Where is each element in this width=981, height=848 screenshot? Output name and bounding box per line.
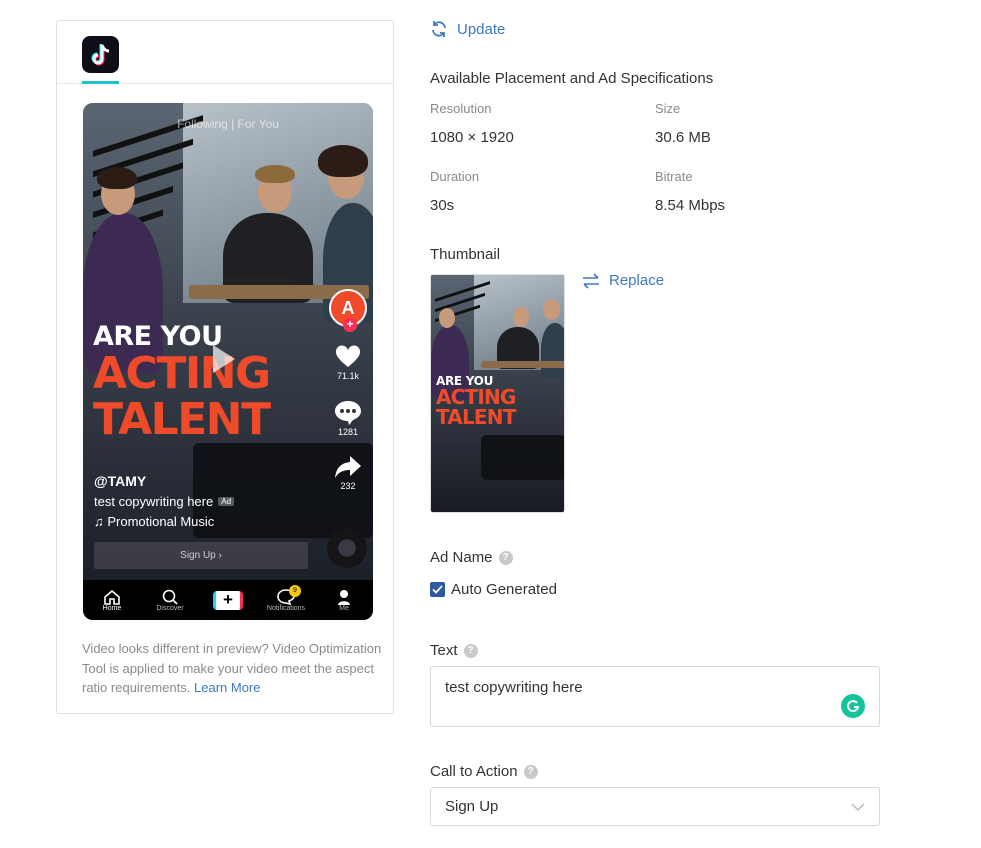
comment-icon bbox=[335, 401, 361, 425]
ad-badge: Ad bbox=[218, 497, 235, 506]
nav-notifications[interactable]: 9 Notifications bbox=[261, 584, 311, 612]
search-icon bbox=[162, 589, 178, 605]
ad-copy-row: test copywriting here Ad bbox=[94, 494, 235, 509]
refresh-icon bbox=[432, 21, 446, 37]
active-tab-indicator bbox=[82, 81, 119, 84]
heart-icon bbox=[335, 345, 361, 367]
swap-icon bbox=[583, 272, 599, 289]
cta-row: Call to Action ? bbox=[430, 763, 538, 780]
learn-more-link[interactable]: Learn More bbox=[194, 680, 260, 695]
thumb-headline-2: ACTING bbox=[436, 385, 516, 409]
music-disc-icon[interactable] bbox=[327, 528, 367, 568]
action-rail: A + 71.1k 1281 232 bbox=[329, 289, 367, 491]
create-plus-icon: + bbox=[213, 590, 243, 610]
headline-line-3: TALENT bbox=[93, 394, 271, 445]
comment-action[interactable]: 1281 bbox=[334, 399, 362, 437]
cta-selected-value: Sign Up bbox=[445, 798, 499, 815]
thumb-headline-3: TALENT bbox=[436, 405, 516, 429]
video-preview[interactable]: Following | For You ARE YOU ACTING TALEN… bbox=[83, 103, 373, 620]
text-row: Text ? bbox=[430, 642, 478, 659]
help-icon[interactable]: ? bbox=[523, 764, 538, 779]
preview-note: Video looks different in preview? Video … bbox=[82, 639, 382, 698]
replace-thumbnail-button[interactable]: Replace bbox=[582, 272, 664, 289]
like-action[interactable]: 71.1k bbox=[335, 345, 361, 381]
nav-home[interactable]: Home bbox=[87, 589, 137, 612]
ad-name-row: Ad Name ? bbox=[430, 549, 513, 566]
grammarly-icon[interactable] bbox=[841, 694, 865, 718]
thumbnail-label: Thumbnail bbox=[430, 246, 501, 263]
auto-generated-label: Auto Generated bbox=[451, 581, 557, 598]
bitrate-label: Bitrate bbox=[655, 169, 693, 184]
nav-me[interactable]: Me bbox=[319, 589, 369, 612]
specs-title: Available Placement and Ad Specification… bbox=[430, 70, 714, 87]
help-icon[interactable]: ? bbox=[498, 550, 513, 565]
thumbnail-image: ARE YOU ACTING TALENT bbox=[430, 274, 565, 513]
resolution-label: Resolution bbox=[430, 101, 492, 116]
nav-notifications-label: Notifications bbox=[266, 604, 306, 612]
help-icon[interactable]: ? bbox=[463, 643, 478, 658]
follow-plus-icon[interactable]: + bbox=[343, 318, 357, 332]
like-count: 71.1k bbox=[336, 371, 360, 381]
bottom-nav: Home Discover + 9 Notifications Me bbox=[83, 580, 373, 620]
ad-text-value: test copywriting here bbox=[445, 679, 583, 696]
home-icon bbox=[104, 589, 120, 605]
bitrate-value: 8.54 Mbps bbox=[655, 197, 726, 214]
duration-value: 30s bbox=[430, 197, 455, 214]
nav-me-label: Me bbox=[339, 604, 349, 612]
cta-button-preview[interactable]: Sign Up › bbox=[94, 542, 308, 569]
text-label: Text bbox=[430, 642, 458, 659]
avatar[interactable]: A + bbox=[329, 289, 367, 332]
video-headline: ARE YOU ACTING TALENT bbox=[93, 321, 271, 445]
tiktok-logo-icon[interactable] bbox=[82, 36, 119, 73]
checkmark-icon bbox=[432, 585, 443, 594]
ad-name-label: Ad Name bbox=[430, 549, 493, 566]
share-icon bbox=[335, 456, 361, 478]
size-label: Size bbox=[655, 101, 681, 116]
play-icon[interactable] bbox=[213, 345, 235, 373]
feed-tabs: Following | For You bbox=[177, 117, 279, 131]
music-label: ♫ Promotional Music bbox=[94, 514, 215, 529]
duration-label: Duration bbox=[430, 169, 480, 184]
cta-label: Call to Action bbox=[430, 763, 518, 780]
cta-select[interactable]: Sign Up bbox=[430, 787, 880, 826]
nav-discover-label: Discover bbox=[156, 604, 184, 612]
comment-count: 1281 bbox=[337, 427, 359, 437]
video-caption: @TAMY test copywriting here Ad ♫ Promoti… bbox=[94, 473, 235, 529]
headline-line-2: ACTING bbox=[93, 348, 271, 399]
ad-copy-text: test copywriting here bbox=[94, 494, 214, 509]
replace-label: Replace bbox=[609, 272, 665, 289]
nav-home-label: Home bbox=[102, 604, 122, 612]
update-label: Update bbox=[457, 20, 506, 38]
share-action[interactable]: 232 bbox=[334, 455, 362, 491]
headline-line-1: ARE YOU bbox=[93, 321, 223, 352]
nav-create[interactable]: + bbox=[203, 590, 253, 610]
chevron-down-icon bbox=[851, 802, 865, 811]
notification-badge: 9 bbox=[289, 584, 301, 597]
auto-generated-option[interactable]: Auto Generated bbox=[430, 581, 557, 598]
profile-icon bbox=[338, 589, 350, 605]
nav-discover[interactable]: Discover bbox=[145, 589, 195, 612]
ad-text-input[interactable]: test copywriting here bbox=[430, 666, 880, 727]
auto-generated-checkbox[interactable] bbox=[430, 582, 445, 597]
share-count: 232 bbox=[340, 481, 356, 491]
size-value: 30.6 MB bbox=[655, 129, 711, 146]
resolution-value: 1080 × 1920 bbox=[430, 129, 514, 146]
update-button[interactable]: Update bbox=[430, 20, 505, 38]
placement-tabs bbox=[57, 21, 393, 84]
ad-preview-card: Following | For You ARE YOU ACTING TALEN… bbox=[56, 20, 394, 714]
account-handle[interactable]: @TAMY bbox=[94, 473, 234, 489]
